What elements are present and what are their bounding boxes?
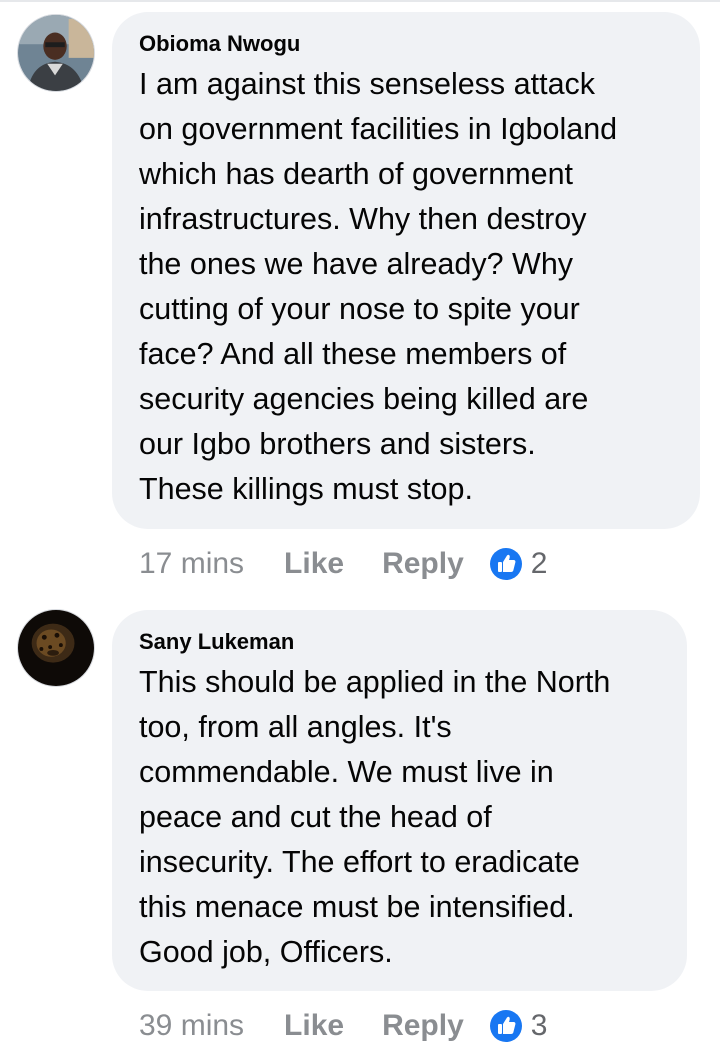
author-name[interactable]: Obioma Nwogu [139,30,674,58]
profile-photo [18,610,94,686]
avatar[interactable] [17,14,95,92]
divider [0,0,720,2]
reply-button[interactable]: Reply [382,1009,464,1043]
comment-text: This should be applied in the North too,… [139,665,611,969]
reply-button[interactable]: Reply [382,547,464,581]
reaction-summary[interactable]: 2 [489,547,548,581]
avatar[interactable] [17,609,95,687]
reaction-count: 2 [530,547,548,580]
comment-bubble: Sany Lukeman This should be applied in t… [112,610,687,991]
author-name[interactable]: Sany Lukeman [139,628,661,656]
reaction-summary[interactable]: 3 [489,1009,548,1043]
timestamp[interactable]: 17 mins [139,547,244,581]
comment-actions: 17 mins Like Reply 2 [139,544,547,584]
comment-bubble: Obioma Nwogu I am against this senseless… [112,12,700,529]
thumbs-up-icon [489,548,522,580]
comment-actions: 39 mins Like Reply 3 [139,1006,547,1046]
comment-text: I am against this senseless attack on go… [139,67,618,506]
comment-feed: Obioma Nwogu I am against this senseless… [0,0,720,1050]
like-button[interactable]: Like [284,1009,344,1043]
profile-photo [18,15,94,91]
thumbs-up-icon [489,1010,522,1042]
timestamp[interactable]: 39 mins [139,1009,244,1043]
reaction-count: 3 [530,1009,548,1042]
like-button[interactable]: Like [284,547,344,581]
